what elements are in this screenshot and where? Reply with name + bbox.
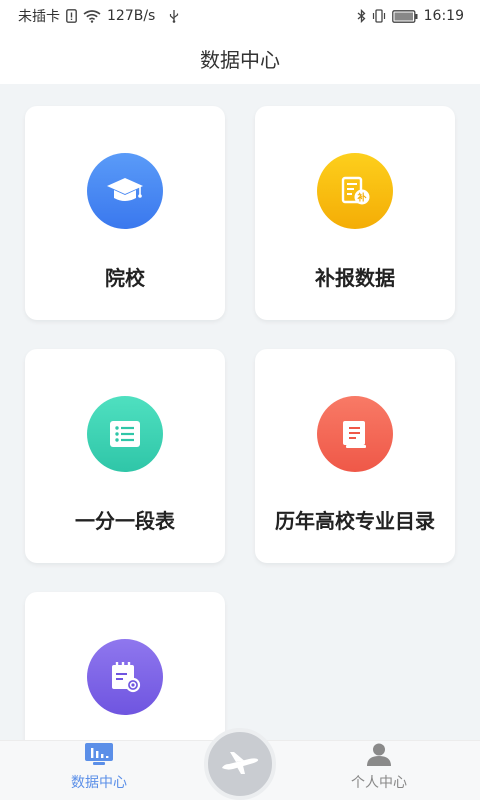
carrier-text: 未插卡 xyxy=(18,9,60,25)
calendar-search-icon xyxy=(87,639,163,715)
supplement-document-icon: 补 xyxy=(317,153,393,229)
wifi-icon xyxy=(83,9,101,23)
card-label: 院校 xyxy=(105,266,145,290)
usb-icon xyxy=(169,9,179,23)
sim-alert-icon xyxy=(66,9,77,23)
bottom-tab-bar: 数据中心 个人中心 xyxy=(0,728,480,800)
card-colleges[interactable]: 院校 xyxy=(25,106,225,320)
tab-label: 个人中心 xyxy=(351,775,407,791)
card-label: 一分一段表 xyxy=(75,509,175,533)
card-label: 历年高校专业目录 xyxy=(275,509,435,533)
user-icon xyxy=(366,742,392,770)
page-title: 数据中心 xyxy=(200,47,280,72)
vibrate-icon xyxy=(372,9,386,23)
data-center-grid: 院校 补 补报数据 一分一段表 历年高校专业目录 xyxy=(0,84,480,800)
tab-data-center[interactable]: 数据中心 xyxy=(24,740,174,800)
status-bar: 未插卡 127B/s 16:19 xyxy=(0,0,480,32)
bar-chart-icon xyxy=(84,742,114,770)
card-supplement-data[interactable]: 补 补报数据 xyxy=(255,106,455,320)
network-speed: 127B/s xyxy=(107,8,156,24)
page-header: 数据中心 xyxy=(0,32,480,84)
card-major-catalog[interactable]: 历年高校专业目录 xyxy=(255,349,455,563)
tab-label: 数据中心 xyxy=(71,775,127,791)
bluetooth-icon xyxy=(357,9,366,23)
tab-personal-center[interactable]: 个人中心 xyxy=(304,740,454,800)
svg-text:补: 补 xyxy=(356,192,366,204)
clock-time: 16:19 xyxy=(423,8,464,24)
airplane-icon xyxy=(219,747,261,781)
status-right: 16:19 xyxy=(357,8,464,24)
card-label: 补报数据 xyxy=(315,266,395,290)
battery-icon xyxy=(391,9,418,23)
list-icon xyxy=(87,396,163,472)
graduation-cap-icon xyxy=(87,153,163,229)
card-score-table[interactable]: 一分一段表 xyxy=(25,349,225,563)
center-plane-button[interactable] xyxy=(204,728,276,800)
book-icon xyxy=(317,396,393,472)
status-left: 未插卡 127B/s xyxy=(18,6,179,26)
